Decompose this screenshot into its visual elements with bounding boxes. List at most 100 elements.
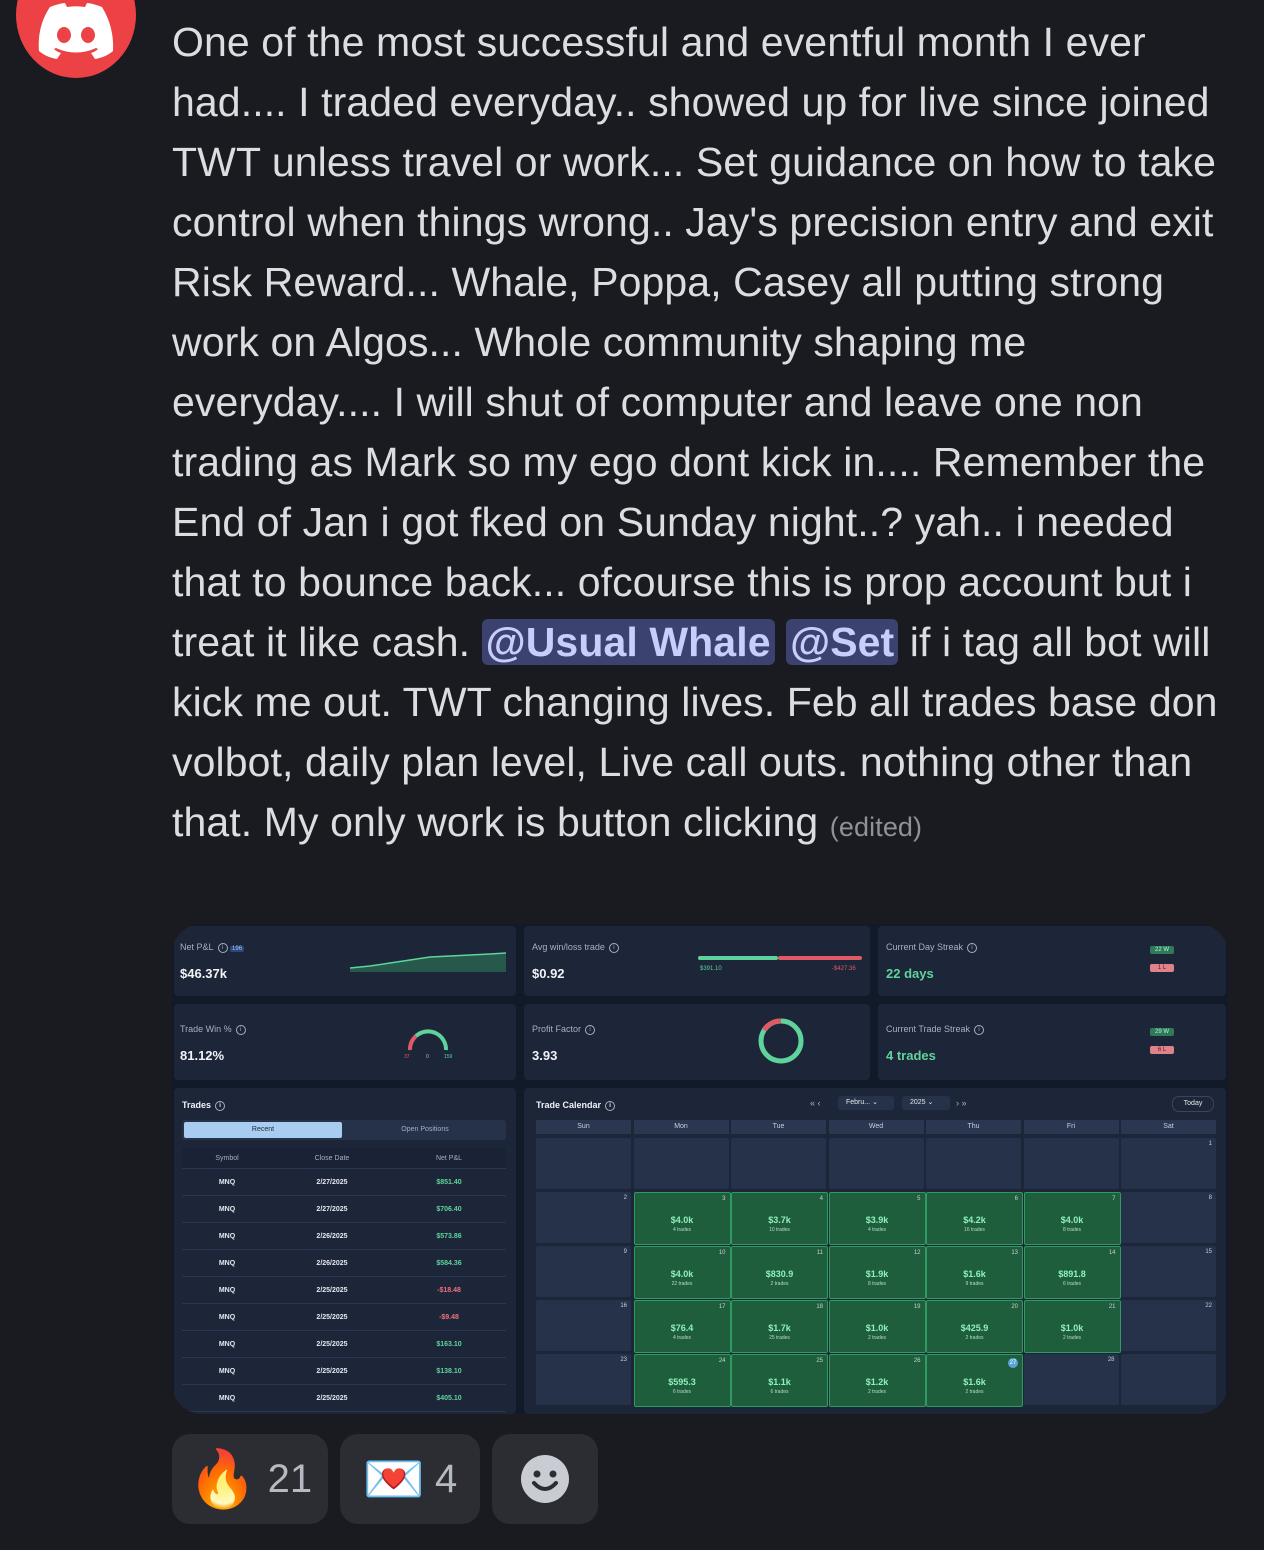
discord-avatar[interactable] [16,0,136,78]
calendar-day[interactable]: 4 $3.7k 10 trades [731,1192,828,1245]
pf-value: 3.93 [532,1048,558,1063]
day-trade-count: 8 trades [867,1281,887,1287]
calendar-day[interactable]: 5 $3.9k 4 trades [828,1192,926,1245]
calendar-day[interactable]: 20 $425.9 2 trades [926,1300,1023,1353]
calendar-day[interactable]: 25 $1.1k 6 trades [731,1354,828,1407]
calendar-day[interactable]: 13 $1.6k 9 trades [926,1246,1023,1299]
table-row[interactable]: MNQ 2/26/2025 $584.36 [182,1250,506,1277]
calendar-day[interactable]: 1 [1121,1138,1216,1189]
calendar-day[interactable]: 26 $1.2k 2 trades [828,1354,926,1407]
day-trade-count: 22 trades [671,1281,693,1287]
next-nav-icon[interactable]: › » [956,1098,967,1108]
reaction-fire[interactable]: 🔥 21 [172,1434,328,1524]
today-button[interactable]: Today [1172,1096,1214,1112]
year-select[interactable]: 2025 ⌄ [902,1096,950,1110]
mention-usual-whale[interactable]: @Usual Whale [481,619,775,665]
day-pnl: $4.0k [670,1215,694,1225]
chevron-down-icon: ⌄ [927,1099,934,1106]
table-row[interactable]: MNQ 2/25/2025 $405.10 [182,1385,506,1412]
trade-streak-card: Current Trade Streak i 4 trades 29 W 6 L [878,1004,1226,1080]
calendar-day[interactable]: 21 $1.0k 2 trades [1023,1300,1121,1353]
year-value: 2025 [910,1099,926,1106]
reaction-count: 4 [435,1456,458,1501]
calendar-day[interactable]: 18 $1.7k 25 trades [731,1300,828,1353]
message-text: One of the most successful and eventful … [172,19,1216,665]
dashboard-screenshot-attachment[interactable]: Net P&L i 196 $46.37k Avg win/loss trade i… [172,924,1228,1414]
edited-label: (edited) [829,812,923,842]
mention-set[interactable]: @Set [786,619,899,665]
table-row[interactable]: MNQ 2/26/2025 $573.86 [182,1223,506,1250]
net-pnl-card: Net P&L i 196 $46.37k [174,926,516,996]
calendar-day[interactable]: 7 $4.0k 8 trades [1023,1192,1121,1245]
info-icon: i [608,942,619,953]
calendar-day[interactable]: 16 [536,1300,631,1351]
day-number: 18 [816,1304,823,1310]
calendar-day[interactable]: 23 [536,1354,631,1405]
calendar-day[interactable] [1121,1354,1216,1405]
info-icon: i [215,1100,226,1111]
add-reaction-button[interactable] [492,1434,598,1524]
calendar-day[interactable]: 19 $1.0k 2 trades [828,1300,926,1353]
day-trade-count: 2 trades [965,1389,984,1395]
day-trade-count: 2 trades [770,1281,789,1287]
win-pct-label: Trade Win % [180,1024,232,1034]
close-date-cell: 2/27/2025 [316,1205,348,1213]
info-icon: i [967,942,978,953]
calendar-title: Trade Calendar [536,1100,602,1110]
calendar-day[interactable]: 11 $830.9 2 trades [731,1246,828,1299]
calendar-day[interactable] [536,1138,631,1189]
reaction-love-letter[interactable]: 💌 4 [340,1434,480,1524]
calendar-day[interactable]: 12 $1.9k 8 trades [828,1246,926,1299]
table-row[interactable]: MNQ 2/25/2025 -$9.48 [182,1304,506,1331]
table-row[interactable]: MNQ 2/25/2025 -$18.48 [182,1277,506,1304]
calendar-day[interactable] [633,1138,729,1189]
calendar-day[interactable]: 3 $4.0k 4 trades [633,1192,731,1245]
table-row[interactable]: MNQ 2/25/2025 $163.10 [182,1331,506,1358]
day-pnl: $830.9 [765,1269,794,1279]
day-number: 8 [1208,1195,1212,1201]
day-trade-count: 6 trades [672,1389,692,1395]
prev-nav-icon[interactable]: « ‹ [810,1098,821,1108]
day-trade-count: 2 trades [965,1335,984,1341]
day-header: Thu [926,1120,1021,1134]
calendar-day[interactable]: 27 $1.6k 2 trades [926,1354,1023,1407]
calendar-day[interactable] [926,1138,1021,1189]
day-trade-count: 9 trades [965,1281,984,1287]
calendar-day[interactable]: 22 [1121,1300,1216,1351]
calendar-day[interactable] [1023,1138,1119,1189]
tab-open-positions[interactable]: Open Positions [346,1122,504,1138]
calendar-day[interactable]: 28 [1023,1354,1119,1405]
net-pnl-label: Net P&L [180,942,214,952]
calendar-day[interactable]: 8 [1121,1192,1216,1243]
win-pct-value: 81.12% [180,1048,225,1063]
day-trade-count: 2 trades [867,1335,887,1341]
day-pnl: $76.4 [670,1323,694,1333]
day-pnl: $4.0k [1060,1215,1084,1225]
day-header: Mon [633,1120,729,1134]
day-trade-count: 16 trades [964,1227,985,1233]
day-pnl: $1.7k [768,1323,791,1333]
day-header: Fri [1023,1120,1119,1134]
table-row[interactable]: MNQ 2/27/2025 $851.40 [182,1169,506,1196]
calendar-day[interactable]: 24 $595.3 6 trades [633,1354,731,1407]
tab-recent[interactable]: Recent [184,1122,342,1138]
month-select[interactable]: Febru... ⌄ [838,1096,894,1110]
table-row[interactable]: MNQ 2/25/2025 $138.10 [182,1358,506,1385]
calendar-day[interactable]: 9 [536,1246,631,1297]
calendar-day[interactable]: 6 $4.2k 16 trades [926,1192,1023,1245]
avg-label: Avg win/loss trade [532,942,605,952]
net-pnl-cell: -$18.48 [437,1286,461,1294]
day-pnl: $4.2k [963,1215,986,1225]
calendar-day[interactable]: 10 $4.0k 22 trades [633,1246,731,1299]
day-number: 2 [623,1195,627,1201]
calendar-day[interactable]: 15 [1121,1246,1216,1297]
calendar-day[interactable] [828,1138,924,1189]
day-number: 23 [620,1357,627,1363]
day-trade-count: 6 trades [1062,1281,1082,1287]
calendar-day[interactable]: 14 $891.8 6 trades [1023,1246,1121,1299]
calendar-day[interactable] [731,1138,826,1189]
table-row[interactable]: MNQ 2/27/2025 $706.40 [182,1196,506,1223]
calendar-day[interactable]: 17 $76.4 4 trades [633,1300,731,1353]
day-streak-label: Current Day Streak [886,942,964,952]
calendar-day[interactable]: 2 [536,1192,631,1243]
